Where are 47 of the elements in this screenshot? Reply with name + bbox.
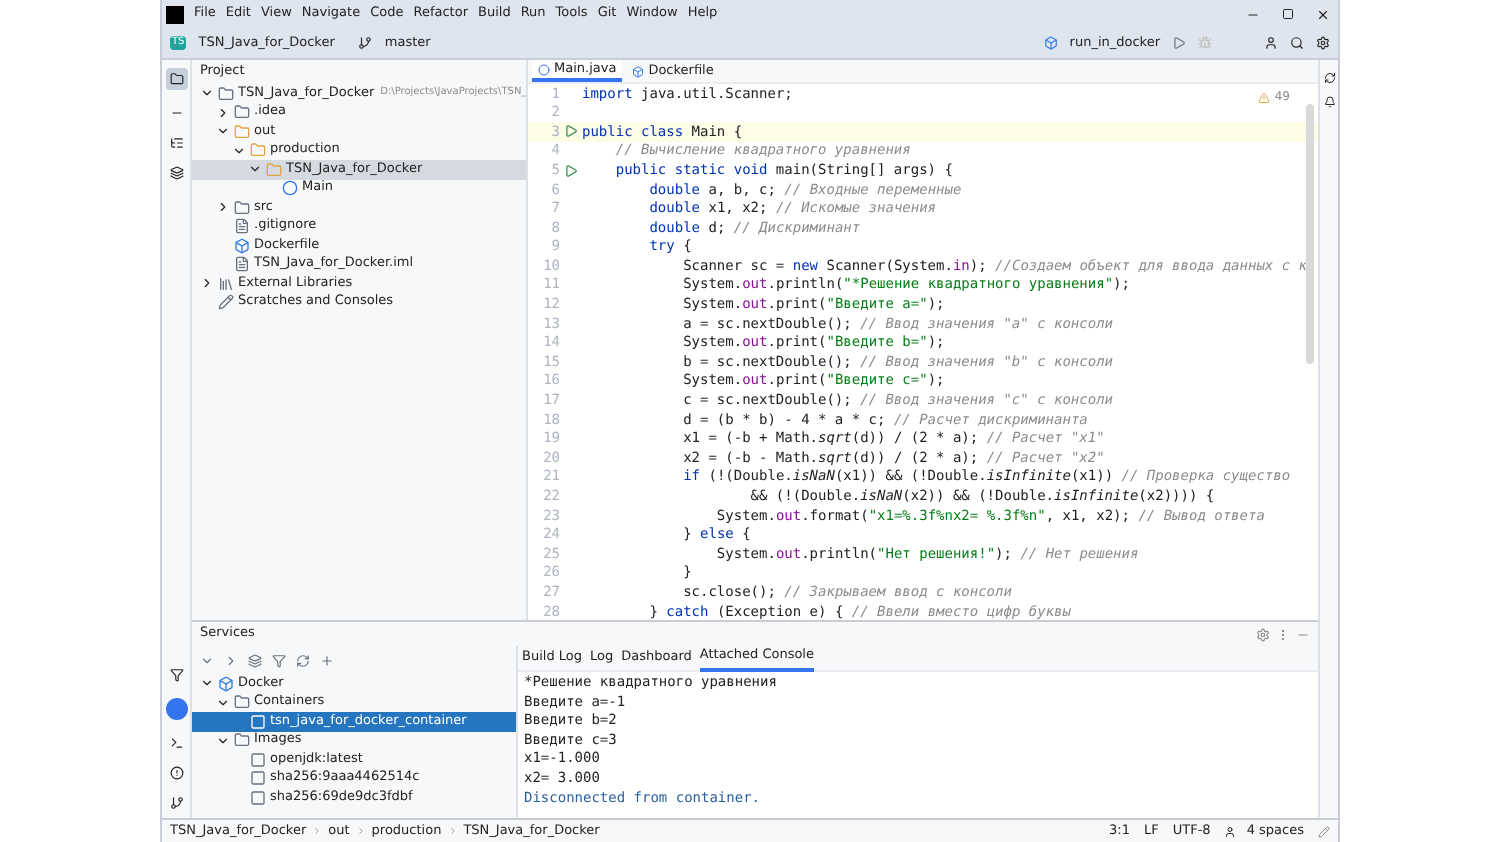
folder-icon (234, 694, 250, 711)
folder-icon (234, 732, 250, 749)
terminal-icon[interactable] (169, 736, 183, 750)
chevron-down-icon[interactable] (232, 143, 246, 158)
class-icon (282, 180, 298, 197)
search-icon[interactable] (1290, 36, 1304, 50)
notifications-icon[interactable] (1323, 96, 1335, 108)
problems-icon[interactable] (169, 766, 183, 780)
project-tool-button[interactable] (165, 68, 187, 90)
maximize-icon[interactable] (1282, 8, 1294, 20)
breadcrumb-separator-icon (447, 826, 458, 836)
file-icon (234, 256, 250, 273)
chevron-right-icon[interactable] (216, 200, 230, 215)
chevron-right-icon[interactable] (200, 276, 214, 291)
filter-icon[interactable] (169, 668, 183, 682)
scratch-icon (218, 294, 234, 311)
chevron-down-icon[interactable] (248, 162, 262, 177)
group-icon[interactable] (248, 653, 262, 667)
library-icon (218, 275, 234, 292)
run-gutter-icon[interactable] (564, 163, 578, 178)
settings-icon[interactable] (1316, 36, 1330, 50)
file-icon (234, 218, 250, 235)
refresh-icon[interactable] (1323, 72, 1335, 84)
chevron-down-icon[interactable] (200, 86, 214, 101)
layers-icon[interactable] (169, 166, 183, 180)
user-icon[interactable] (1224, 825, 1237, 837)
app-logo-icon (166, 5, 184, 23)
run-gutter-icon[interactable] (564, 124, 578, 139)
chevron-right-icon[interactable] (216, 105, 230, 120)
breadcrumb-separator-icon (312, 826, 323, 836)
close-icon[interactable] (1316, 7, 1330, 21)
structure-icon[interactable] (169, 136, 183, 150)
chevron-down-icon[interactable] (216, 124, 230, 139)
expand-all-icon[interactable] (200, 653, 214, 667)
chevron-down-icon[interactable] (216, 695, 230, 710)
services-tool-button[interactable] (165, 698, 187, 720)
git-icon[interactable] (169, 796, 183, 810)
chevron-down-icon[interactable] (200, 676, 214, 691)
user-icon[interactable] (1264, 36, 1278, 50)
breadcrumb-separator-icon (355, 826, 366, 836)
pencil-icon[interactable] (1318, 825, 1330, 837)
branch-icon (358, 36, 373, 50)
run-icon[interactable] (1172, 36, 1186, 50)
folder-icon (234, 199, 250, 216)
chevron-down-icon[interactable] (216, 733, 230, 748)
class-icon (538, 63, 550, 75)
collapse-all-icon[interactable] (224, 653, 238, 667)
